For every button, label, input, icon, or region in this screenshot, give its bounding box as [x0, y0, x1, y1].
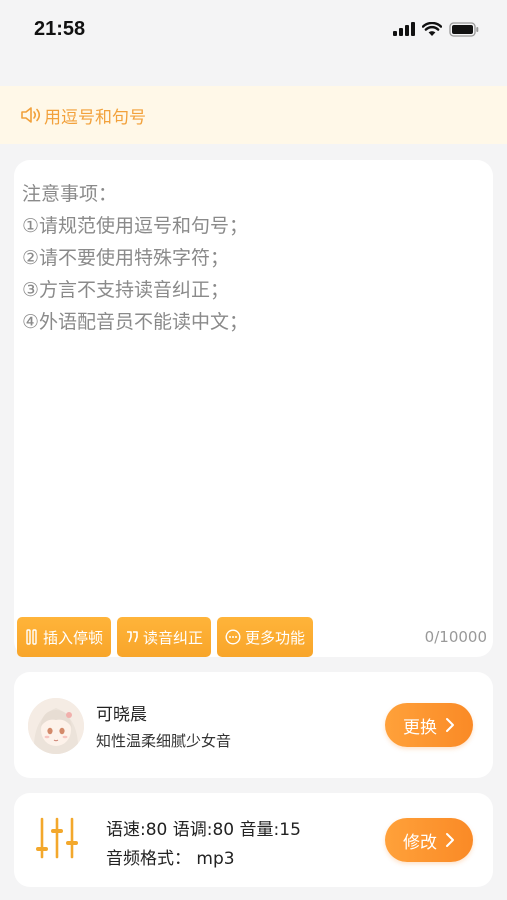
more-icon	[225, 629, 241, 645]
speech-params: 语速:80 语调:80 音量:15	[106, 820, 301, 840]
insert-pause-button[interactable]: 插入停顿	[17, 617, 112, 657]
status-time: 21:58	[34, 17, 86, 40]
editor-actions: 插入停顿 读音纠正 更多功能	[17, 617, 314, 657]
change-voice-button[interactable]: 更换	[385, 703, 473, 747]
anime-girl-avatar-icon	[28, 698, 84, 754]
voice-name: 可晓晨	[96, 705, 147, 725]
chevron-right-icon	[446, 833, 454, 847]
text-editor-card: 注意事项： ①请规范使用逗号和句号； ②请不要使用特殊字符； ③方言不支持读音纠…	[14, 160, 493, 657]
battery-icon	[449, 21, 479, 37]
audio-settings-card: 语速:80 语调:80 音量:15 音频格式： mp3 修改	[14, 793, 493, 887]
modify-settings-button[interactable]: 修改	[385, 818, 473, 862]
notice-text: 用逗号和句号	[44, 107, 146, 128]
speaker-icon	[21, 107, 41, 123]
more-functions-button[interactable]: 更多功能	[217, 617, 314, 657]
quote-icon	[127, 631, 138, 643]
status-icons	[393, 21, 479, 37]
pause-icon	[26, 629, 37, 645]
change-voice-label: 更换	[403, 717, 437, 738]
voice-card: 可晓晨 知性温柔细腻少女音 更换	[14, 672, 493, 778]
status-bar: 21:58	[0, 0, 507, 58]
more-functions-label: 更多功能	[245, 628, 306, 647]
voice-description: 知性温柔细腻少女音	[96, 732, 232, 750]
pronunciation-correction-label: 读音纠正	[143, 628, 204, 647]
notice-banner: 用逗号和句号	[0, 86, 507, 144]
chevron-right-icon	[446, 718, 454, 732]
character-count: 0/10000	[424, 628, 487, 646]
pronunciation-correction-button[interactable]: 读音纠正	[117, 617, 212, 657]
insert-pause-label: 插入停顿	[43, 628, 104, 647]
wifi-icon	[422, 21, 442, 36]
modify-settings-label: 修改	[403, 832, 437, 853]
text-input[interactable]: 注意事项： ①请规范使用逗号和句号； ②请不要使用特殊字符； ③方言不支持读音纠…	[22, 178, 481, 338]
equalizer-icon	[36, 817, 78, 859]
voice-avatar	[28, 698, 84, 754]
cellular-signal-icon	[393, 22, 415, 36]
audio-format: 音频格式： mp3	[106, 849, 235, 869]
